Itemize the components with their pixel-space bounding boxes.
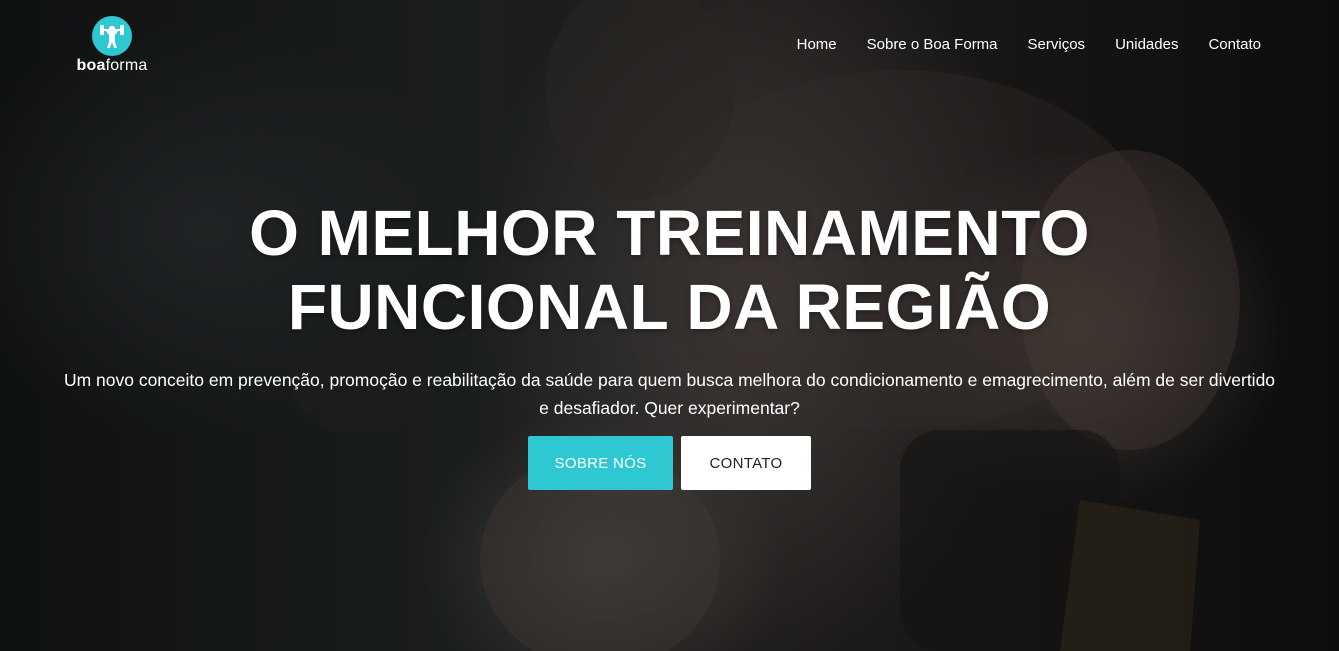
sobre-nos-button[interactable]: SOBRE NÓS bbox=[528, 436, 673, 490]
main-nav: Home Sobre o Boa Forma Serviços Unidades… bbox=[797, 36, 1261, 53]
hero-buttons: SOBRE NÓS CONTATO bbox=[0, 436, 1339, 490]
nav-item-home[interactable]: Home bbox=[797, 36, 837, 53]
nav-item-servicos[interactable]: Serviços bbox=[1028, 36, 1086, 53]
nav-item-unidades[interactable]: Unidades bbox=[1115, 36, 1178, 53]
weightlifter-icon bbox=[92, 16, 132, 56]
brand-name-light: forma bbox=[105, 57, 148, 74]
hero-title-line2: FUNCIONAL DA REGIÃO bbox=[287, 271, 1052, 343]
hero-subtitle: Um novo conceito em prevenção, promoção … bbox=[63, 370, 1276, 418]
hero-title: O MELHOR TREINAMENTO FUNCIONAL DA REGIÃO bbox=[0, 196, 1339, 344]
nav-item-contato[interactable]: Contato bbox=[1208, 36, 1261, 53]
brand-name: boaforma bbox=[77, 57, 148, 75]
hero-title-line1: O MELHOR TREINAMENTO bbox=[249, 197, 1090, 269]
contato-button[interactable]: CONTATO bbox=[681, 436, 811, 490]
nav-item-sobre[interactable]: Sobre o Boa Forma bbox=[867, 36, 998, 53]
brand-logo[interactable]: boaforma bbox=[71, 16, 153, 75]
brand-name-bold: boa bbox=[76, 57, 106, 74]
